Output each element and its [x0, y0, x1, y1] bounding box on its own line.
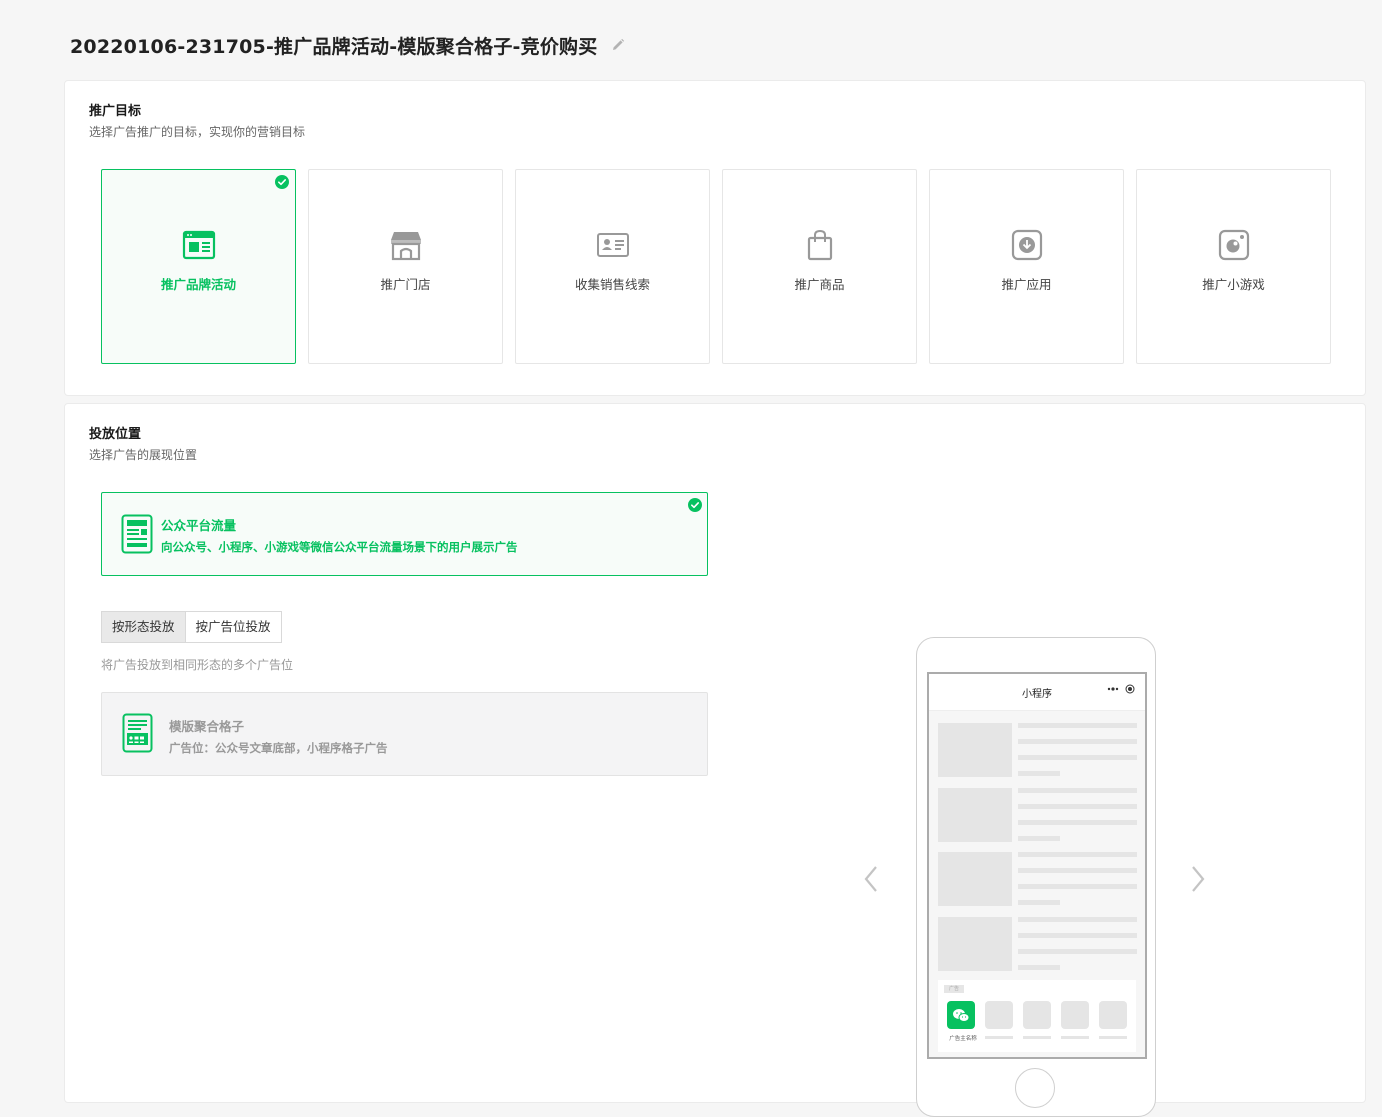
feed-placeholder: [938, 788, 1138, 842]
goal-option-label: 推广门店: [380, 277, 431, 292]
phone-screen: 小程序 广告 广告主名称: [927, 672, 1147, 1059]
shopping-bag-icon: [807, 229, 832, 261]
goal-section: 推广目标 选择广告推广的目标，实现你的营销目标 推广品牌活动 推广门店 收集销售…: [64, 80, 1366, 396]
pencil-icon[interactable]: [611, 38, 625, 52]
goal-options: 推广品牌活动 推广门店 收集销售线索 推广商品 推广应用 推广小游戏: [101, 169, 1331, 364]
goal-option-store[interactable]: 推广门店: [308, 169, 503, 364]
format-option-description: 广告位：公众号文章底部，小程序格子广告: [169, 741, 388, 755]
goal-section-description: 选择广告推广的目标，实现你的营销目标: [89, 125, 306, 139]
contact-card-icon: [596, 233, 629, 257]
placement-section-title: 投放位置: [89, 427, 142, 442]
goal-option-brand-activity[interactable]: 推广品牌活动: [101, 169, 296, 364]
format-option-template-grid[interactable]: 模版聚合格子 广告位：公众号文章底部，小程序格子广告: [101, 692, 708, 776]
chevron-left-icon[interactable]: [862, 864, 882, 894]
placement-option-public-platform[interactable]: 公众平台流量 向公众号、小程序、小游戏等微信公众平台流量场景下的用户展示广告: [101, 492, 708, 576]
more-dots-icon: [1107, 687, 1119, 691]
goal-option-label: 推广应用: [1001, 277, 1052, 292]
ad-grid-cell-label: [985, 1036, 1013, 1039]
ad-tag: 广告: [944, 985, 964, 993]
ad-grid-preview: 广告 广告主名称: [938, 980, 1136, 1052]
phone-home-button: [1015, 1068, 1055, 1108]
goal-option-label: 推广小游戏: [1202, 277, 1265, 292]
ad-grid-cell: [1099, 1001, 1127, 1029]
close-target-icon: [1125, 684, 1135, 694]
brand-activity-icon: [182, 230, 215, 260]
ad-grid-cell-label: [1061, 1036, 1089, 1039]
goal-option-leads[interactable]: 收集销售线索: [515, 169, 710, 364]
check-icon: [688, 498, 702, 512]
download-app-icon: [1011, 229, 1042, 261]
ad-grid-cell-label: [1099, 1036, 1127, 1039]
mode-by-slot-button[interactable]: 按广告位投放: [185, 611, 282, 643]
feed-placeholder: [938, 852, 1138, 906]
mode-hint: 将广告投放到相同形态的多个广告位: [101, 658, 294, 672]
format-option-title: 模版聚合格子: [169, 719, 245, 734]
page-title: 20220106-231705-推广品牌活动-模版聚合格子-竞价购买: [70, 35, 598, 58]
ad-grid-cell-label: [1023, 1036, 1051, 1039]
goal-option-label: 收集销售线索: [574, 277, 650, 292]
store-icon: [390, 232, 421, 261]
goal-option-product[interactable]: 推广商品: [722, 169, 917, 364]
chevron-right-icon[interactable]: [1187, 864, 1207, 894]
phone-preview: 小程序 广告 广告主名称: [916, 637, 1156, 1117]
grid-template-icon: [122, 713, 153, 753]
placement-option-title: 公众平台流量: [161, 518, 237, 533]
goal-option-label: 推广品牌活动: [160, 277, 236, 292]
miniapp-capsule: [1107, 684, 1135, 694]
ad-grid-cell: [985, 1001, 1013, 1029]
advertiser-name: 广告主名称: [949, 1036, 977, 1042]
ad-grid-cell: [1061, 1001, 1089, 1029]
placement-option-description: 向公众号、小程序、小游戏等微信公众平台流量场景下的用户展示广告: [161, 540, 518, 554]
feed-placeholder: [938, 723, 1138, 777]
wechat-logo-icon: [947, 1001, 975, 1029]
check-icon: [275, 175, 289, 189]
mode-by-format-button[interactable]: 按形态投放: [101, 611, 186, 643]
goal-option-app[interactable]: 推广应用: [929, 169, 1124, 364]
placement-section: 投放位置 选择广告的展现位置 公众平台流量 向公众号、小程序、小游戏等微信公众平…: [64, 403, 1366, 1117]
goal-option-label: 推广商品: [794, 277, 845, 292]
goal-section-title: 推广目标: [89, 104, 142, 119]
placement-section-description: 选择广告的展现位置: [89, 448, 198, 462]
goal-option-mini-game[interactable]: 推广小游戏: [1136, 169, 1331, 364]
ad-grid-cell: [1023, 1001, 1051, 1029]
feed-placeholder: [938, 917, 1138, 971]
placement-mode-toggle: 按形态投放 按广告位投放: [101, 611, 282, 643]
miniapp-nav-bar: 小程序: [929, 674, 1145, 711]
article-icon: [121, 514, 153, 554]
page-header: 20220106-231705-推广品牌活动-模版聚合格子-竞价购买: [70, 30, 625, 60]
mini-game-icon: [1218, 229, 1249, 261]
